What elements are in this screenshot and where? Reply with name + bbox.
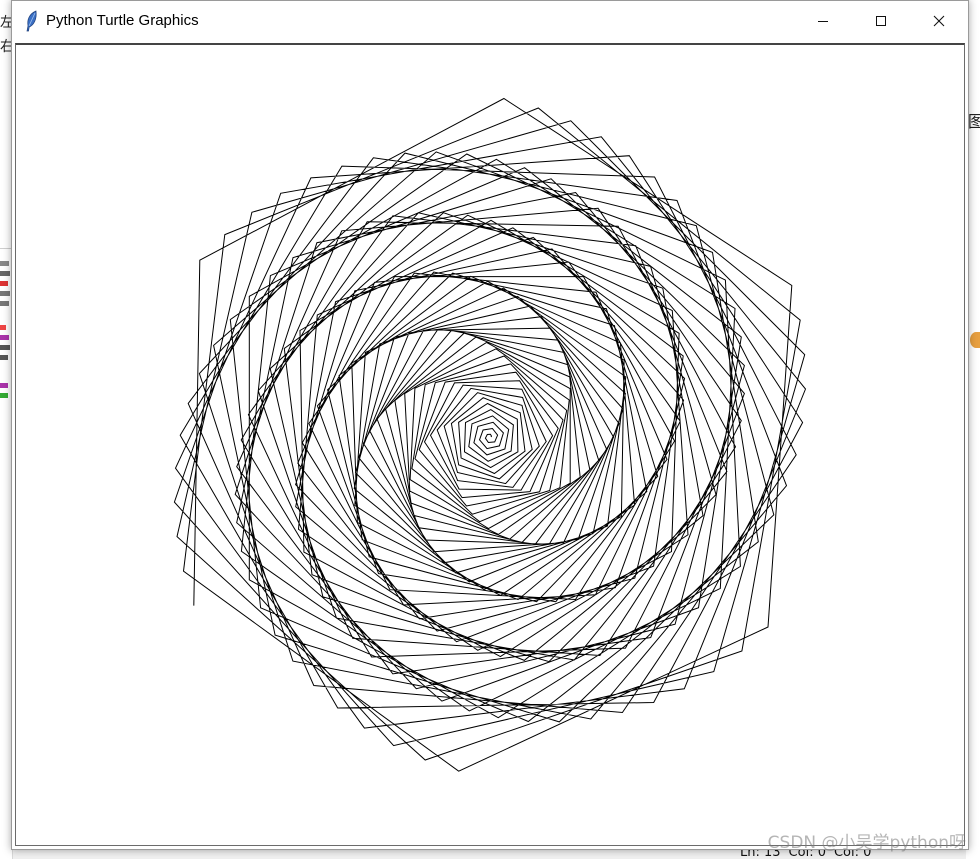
turtle-canvas-frame[interactable]	[15, 43, 965, 846]
bg-browser-icon	[970, 332, 980, 348]
minimize-button[interactable]	[794, 1, 852, 41]
close-button[interactable]	[910, 1, 968, 41]
feather-icon	[26, 10, 37, 32]
close-icon	[933, 15, 945, 27]
minimize-icon	[818, 21, 828, 22]
spiral-path	[173, 97, 807, 772]
maximize-icon	[876, 16, 886, 26]
window-title: Python Turtle Graphics	[46, 12, 199, 29]
turtle-window: Python Turtle Graphics	[11, 0, 969, 850]
title-bar[interactable]: Python Turtle Graphics	[12, 1, 968, 41]
turtle-drawing[interactable]	[16, 45, 964, 845]
bg-text-right: 图	[968, 112, 980, 131]
maximize-button[interactable]	[852, 1, 910, 41]
